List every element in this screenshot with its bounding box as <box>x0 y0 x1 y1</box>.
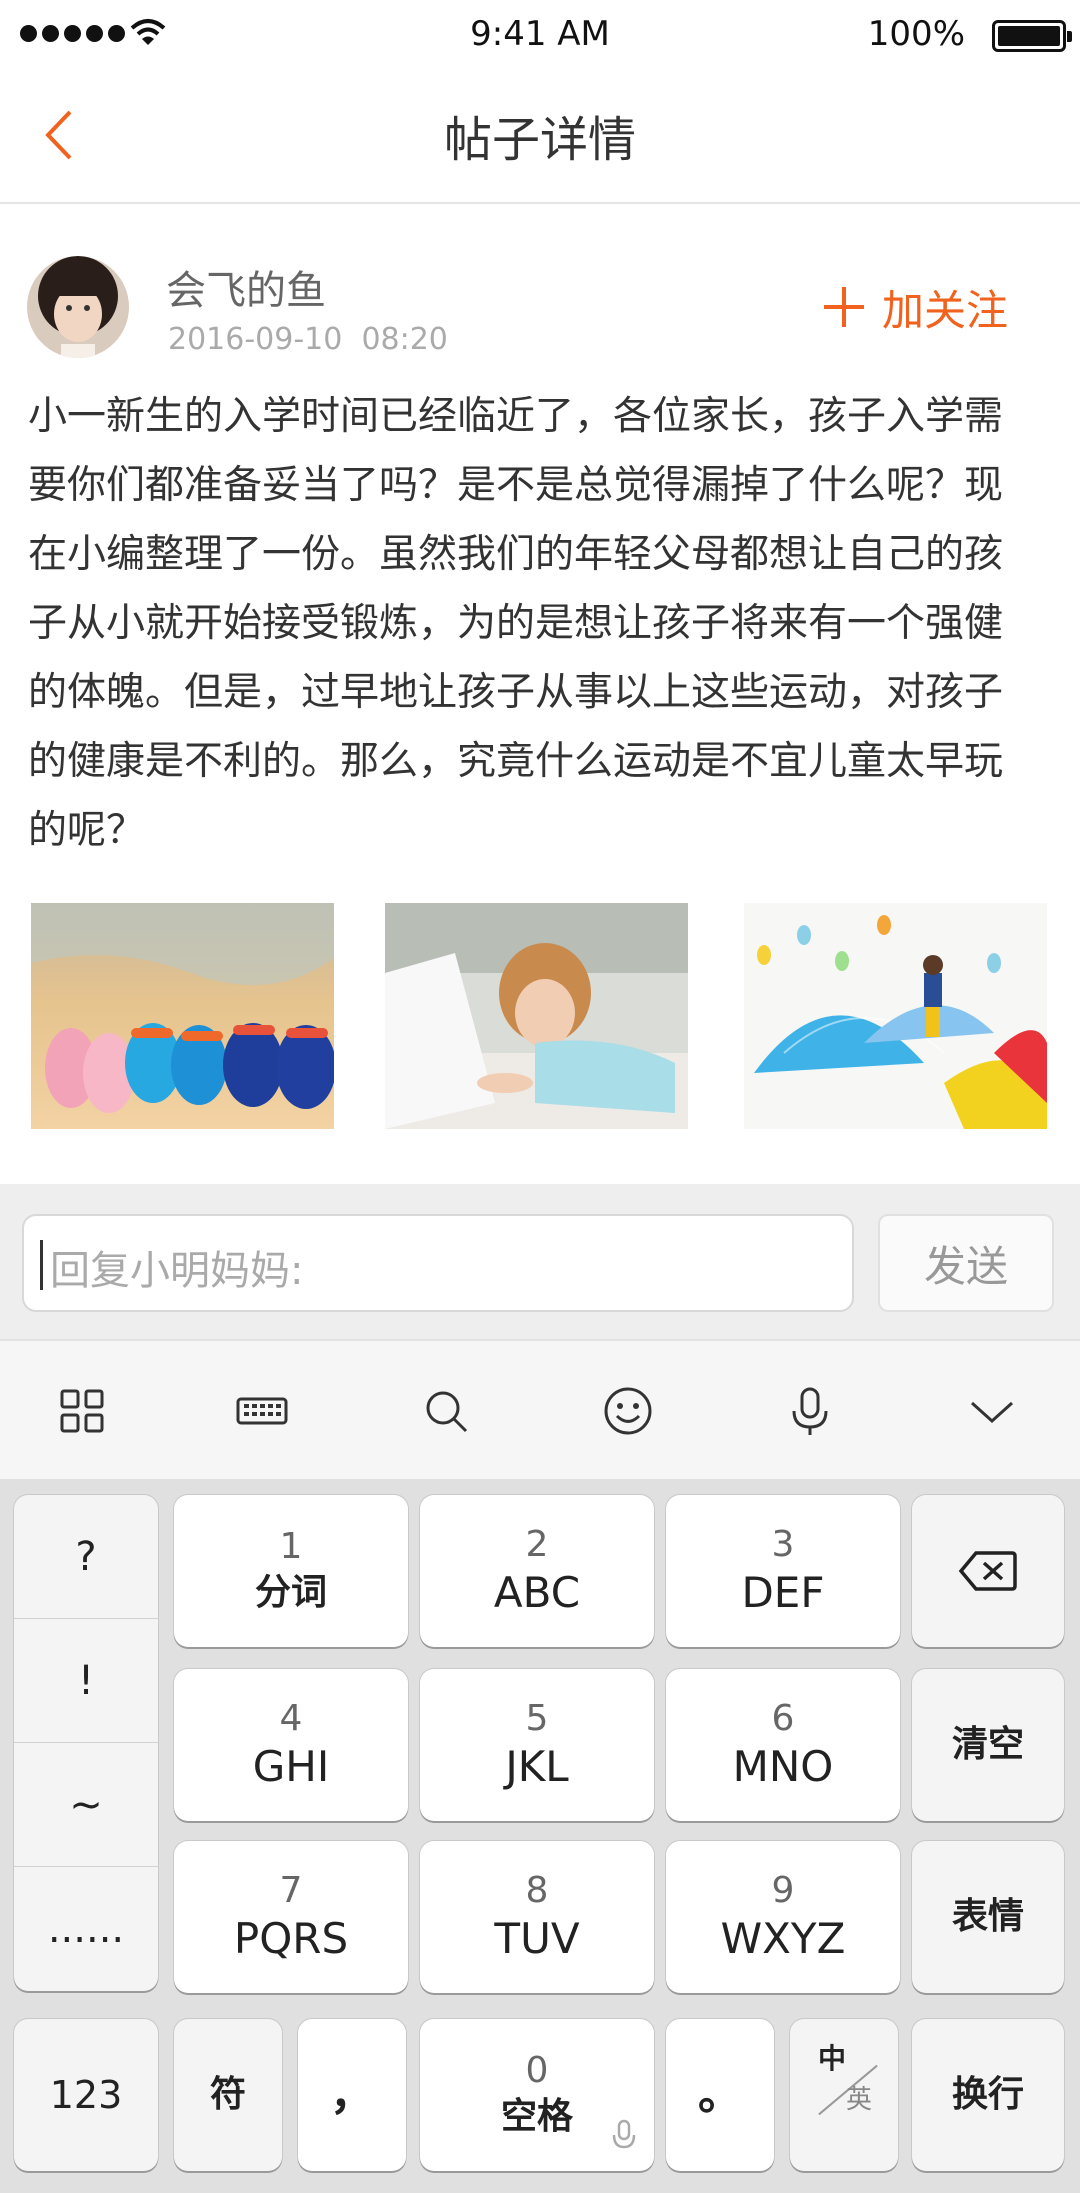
microphone-icon <box>612 2119 636 2149</box>
reply-placeholder: 回复小明妈妈: <box>50 1248 304 1294</box>
clear-key[interactable]: 清空 <box>912 1669 1064 1821</box>
post-body: 小一新生的入学时间已经临近了，各位家长，孩子入学需 要你们都准备妥当了吗？是不是… <box>28 382 1058 865</box>
symbol-key[interactable]: 符 <box>174 2019 282 2171</box>
period-key[interactable]: 。 <box>666 2019 774 2171</box>
follow-label: 加关注 <box>882 285 1009 335</box>
key-tilde[interactable]: ~ <box>14 1743 158 1867</box>
reply-bar: 回复小明妈妈: 发送 <box>0 1184 1080 1339</box>
key-1[interactable]: 1 分词 <box>174 1495 408 1647</box>
post-timestamp: 2016-09-10 08:20 <box>168 322 448 357</box>
microphone-icon[interactable] <box>780 1381 840 1441</box>
post-time-of-day: 08:20 <box>361 322 448 357</box>
author-name[interactable]: 会飞的鱼 <box>166 258 326 316</box>
emoji-icon[interactable] <box>598 1381 658 1441</box>
key-7[interactable]: 7 PQRS <box>174 1841 408 1993</box>
key-question[interactable]: ? <box>14 1495 158 1619</box>
post-image-umbrellas[interactable] <box>744 903 1047 1129</box>
nav-bar: 帖子详情 <box>0 70 1080 204</box>
text-caret <box>40 1240 43 1290</box>
keyboard-toolbar <box>0 1339 1080 1479</box>
key-6[interactable]: 6 MNO <box>666 1669 900 1821</box>
emoji-key[interactable]: 表情 <box>912 1841 1064 1993</box>
symbol-column: ? ! ~ ...... <box>14 1495 158 1991</box>
chevron-down-icon[interactable] <box>962 1381 1022 1441</box>
follow-button[interactable]: 加关注 <box>822 276 1008 338</box>
battery-percent: 100% <box>867 14 965 54</box>
numeric-key[interactable]: 123 <box>14 2019 158 2171</box>
post-body-line: 子从小就开始接受锻炼，为的是想让孩子将来有一个强健 <box>28 601 1004 646</box>
grid-icon[interactable] <box>52 1381 112 1441</box>
reply-input[interactable]: 回复小明妈妈: <box>22 1214 854 1312</box>
key-3[interactable]: 3 DEF <box>666 1495 900 1647</box>
post-body-line: 的健康是不利的。那么，究竟什么运动是不宜儿童太早玩 <box>28 739 1004 784</box>
post-body-line: 的呢？ <box>28 808 146 853</box>
enter-key[interactable]: 换行 <box>912 2019 1064 2171</box>
post-body-line: 在小编整理了一份。虽然我们的年轻父母都想让自己的孩 <box>28 532 1004 577</box>
post-body-line: 的体魄。但是，过早地让孩子从事以上这些运动，对孩子 <box>28 670 1004 715</box>
page-title: 帖子详情 <box>443 112 636 168</box>
key-8[interactable]: 8 TUV <box>420 1841 654 1993</box>
key-9[interactable]: 9 WXYZ <box>666 1841 900 1993</box>
backspace-icon <box>958 1551 1017 1591</box>
post-image-sandals[interactable] <box>31 903 334 1129</box>
post-body-line: 小一新生的入学时间已经临近了，各位家长，孩子入学需 <box>28 394 1004 439</box>
comma-key[interactable]: ， <box>298 2019 406 2171</box>
post-date: 2016-09-10 <box>168 322 343 357</box>
status-bar: 9:41 AM 100% <box>0 0 1080 70</box>
avatar[interactable] <box>27 256 129 358</box>
key-2[interactable]: 2 ABC <box>420 1495 654 1647</box>
battery-icon <box>992 20 1072 52</box>
space-key[interactable]: 0 空格 <box>420 2019 654 2171</box>
key-5[interactable]: 5 JKL <box>420 1669 654 1821</box>
plus-icon <box>824 287 864 327</box>
language-toggle-key[interactable]: 中 英 <box>790 2019 898 2171</box>
key-4[interactable]: 4 GHI <box>174 1669 408 1821</box>
post-image-child-laptop[interactable] <box>385 903 688 1129</box>
keyboard-icon[interactable] <box>232 1381 292 1441</box>
keyboard: ? ! ~ ...... 1 分词 2 ABC 3 DEF 4 GHI 5 JK… <box>0 1479 1080 2193</box>
search-icon[interactable] <box>416 1381 476 1441</box>
send-button[interactable]: 发送 <box>878 1214 1054 1312</box>
key-exclamation[interactable]: ! <box>14 1619 158 1743</box>
key-ellipsis[interactable]: ...... <box>14 1867 158 1991</box>
backspace-key[interactable] <box>912 1495 1064 1647</box>
post-body-line: 要你们都准备妥当了吗？是不是总觉得漏掉了什么呢？现 <box>28 463 1004 508</box>
